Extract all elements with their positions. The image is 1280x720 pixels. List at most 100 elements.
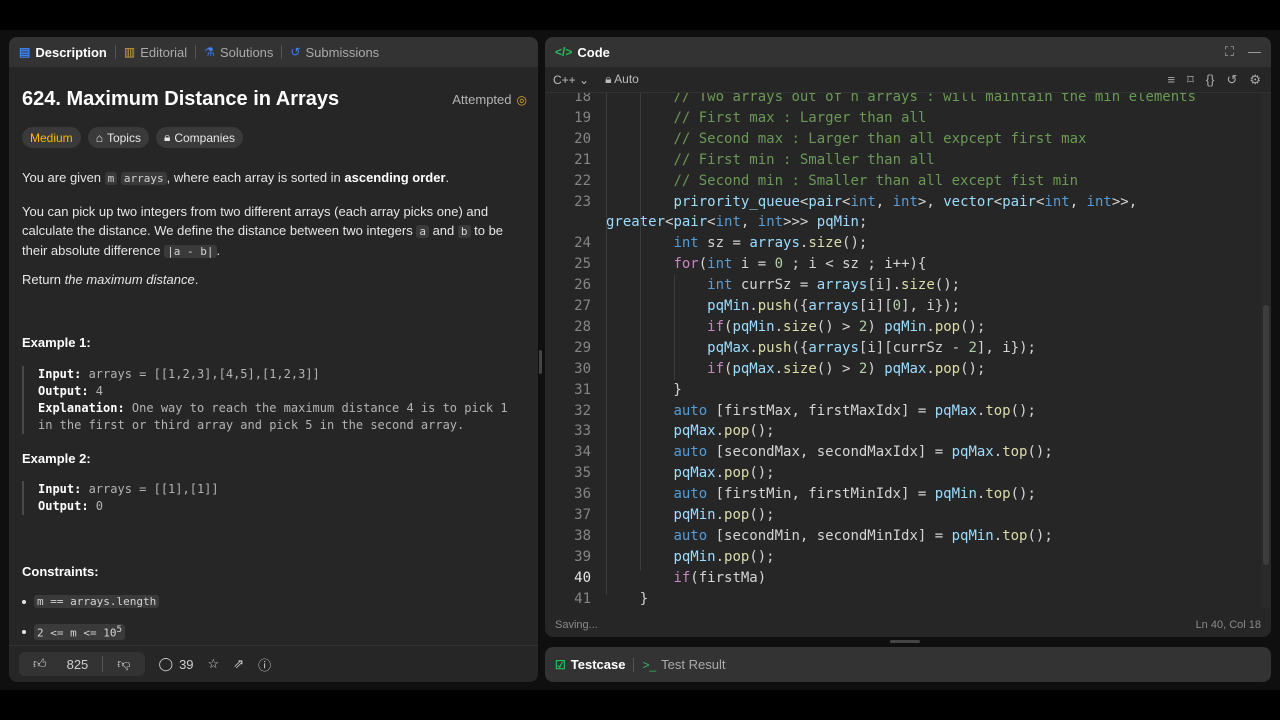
code-line[interactable]: 36 auto [firstMin, firstMinIdx] = pqMin.… (545, 484, 1261, 505)
code-line[interactable]: 34 auto [secondMax, secondMaxIdx] = pqMa… (545, 442, 1261, 463)
share-button[interactable]: ⇗ (233, 656, 244, 672)
code-line[interactable]: 39 pqMin.pop(); (545, 547, 1261, 568)
autocomplete-toggle[interactable]: 🔒︎ Auto (605, 72, 639, 87)
language-select[interactable]: C++ ⌄ (553, 73, 589, 87)
code-tabbar: </> Code ⛶ — (545, 37, 1271, 67)
help-icon: ⓘ (258, 657, 272, 673)
code-line[interactable]: 23 prirority_queue<pair<int, int>, vecto… (545, 192, 1261, 213)
tab-editorial[interactable]: ▥ Editorial (124, 45, 187, 60)
code-text: if(firstMa) (673, 569, 767, 586)
example-1-input: Input: arrays = [[1,2,3],[4,5],[1,2,3]] (38, 367, 320, 381)
star-icon: ☆ (207, 656, 220, 671)
line-number: 38 (574, 527, 591, 544)
code-line[interactable]: 20 // Second max : Larger than all expce… (545, 129, 1261, 150)
favorite-button[interactable]: ☆ (208, 656, 220, 672)
comments-button[interactable]: ◯ 39 (159, 656, 194, 672)
maximize-icon[interactable]: ⛶ (1225, 44, 1234, 60)
code-line[interactable]: 26 int currSz = arrays[i].size(); (545, 275, 1261, 296)
bullet-dot (22, 599, 26, 604)
code-line[interactable]: 21 // First min : Smaller than all (545, 150, 1261, 171)
like-button[interactable]: 👍︎ 825 (19, 656, 102, 672)
tab-testcase[interactable]: ☑ Testcase (555, 657, 625, 672)
line-number: 40 (574, 569, 591, 586)
tab-test-result[interactable]: >_ Test Result (642, 657, 725, 672)
format-icon[interactable]: ≡ (1167, 72, 1175, 87)
description-panel: ▤ Description ▥ Editorial ⚗ Solutions ↺ … (9, 37, 538, 682)
constraints-title: Constraints: (22, 564, 99, 579)
checkbox-icon: ☑ (555, 657, 566, 672)
description-paragraph-2: You can pick up two integers from two di… (22, 204, 504, 258)
code-text: prirority_queue<pair<int, int>, vector<p… (673, 193, 1138, 210)
settings-icon[interactable]: ⚙ (1249, 72, 1261, 88)
line-number: 28 (574, 318, 591, 335)
chevron-down-icon: ⌄ (579, 72, 590, 87)
code-line[interactable]: 33 pqMax.pop(); (545, 421, 1261, 442)
line-number: 36 (574, 486, 591, 503)
code-text: } (606, 590, 649, 607)
help-button[interactable]: ⓘ (258, 655, 271, 674)
code-line[interactable]: 35 pqMax.pop(); (545, 463, 1261, 484)
status-badge: Attempted ◎ (452, 92, 527, 107)
difficulty-chip: Medium (22, 127, 81, 148)
code-line[interactable]: 24 int sz = arrays.size(); (545, 233, 1261, 254)
reset-icon[interactable]: ↺ (1226, 72, 1237, 88)
code-line[interactable]: 18 // Two arrays out of n arrays : will … (545, 93, 1261, 108)
code-line[interactable]: 31 } (545, 380, 1261, 401)
code-line[interactable]: 25 for(int i = 0 ; i < sz ; i++){ (545, 254, 1261, 275)
code-line[interactable]: 40 if(firstMa) (545, 568, 1261, 589)
line-number: 25 (574, 256, 591, 273)
code-line[interactable]: 28 if(pqMin.size() > 2) pqMin.pop(); (545, 317, 1261, 338)
example-2-output: Output: 0 (38, 499, 104, 513)
example-1-title: Example 1: (22, 335, 91, 350)
editor-status-bar: Saving... Ln 40, Col 18 (545, 612, 1271, 637)
editor-scrollbar[interactable] (1261, 93, 1271, 608)
editor-scroll-thumb[interactable] (1263, 305, 1269, 565)
code-panel-controls: ⛶ — (1225, 44, 1261, 60)
panel-resize-handle[interactable] (539, 350, 542, 374)
terminal-icon: >_ (642, 657, 657, 672)
tab-code[interactable]: </> Code (555, 45, 610, 60)
constraint-item: 2 <= m <= 105 (22, 624, 125, 640)
code-line[interactable]: 37 pqMin.pop(); (545, 505, 1261, 526)
code-line[interactable]: 19 // First max : Larger than all (545, 108, 1261, 129)
description-footer: 👍︎ 825 👎︎ ◯ 39 ☆ ⇗ ⓘ (9, 645, 538, 682)
example-2-title: Example 2: (22, 451, 91, 466)
line-number: 30 (574, 360, 591, 377)
attempted-icon: ◎ (516, 92, 527, 107)
example-1-output: Output: 4 (38, 384, 104, 398)
code-text: for(int i = 0 ; i < sz ; i++){ (673, 256, 927, 273)
code-text: pqMin.push({arrays[i][0], i}); (707, 298, 961, 314)
code-line[interactable]: 38 auto [secondMin, secondMinIdx] = pqMi… (545, 526, 1261, 547)
bookmark-icon[interactable]: ⌑ (1187, 72, 1194, 88)
left-tabbar: ▤ Description ▥ Editorial ⚗ Solutions ↺ … (9, 37, 538, 67)
code-line[interactable]: 30 if(pqMax.size() > 2) pqMax.pop(); (545, 359, 1261, 380)
topics-chip[interactable]: ⌂ Topics (87, 127, 149, 148)
code-line[interactable]: greater<pair<int, int>>> pqMin; (545, 212, 1261, 233)
tab-submissions[interactable]: ↺ Submissions (290, 45, 379, 60)
testcase-panel: ☑ Testcase >_ Test Result (545, 647, 1271, 682)
code-line[interactable]: 41 } (545, 589, 1261, 608)
code-icon: </> (555, 45, 573, 59)
code-line[interactable]: 27 pqMin.push({arrays[i][0], i}); (545, 296, 1261, 317)
line-number: 35 (574, 465, 591, 482)
line-number: 32 (574, 402, 591, 419)
code-text: // First max : Larger than all (673, 109, 927, 126)
code-editor[interactable]: 18 // Two arrays out of n arrays : will … (545, 93, 1271, 608)
page-title[interactable]: 624. Maximum Distance in Arrays (22, 88, 339, 111)
code-line[interactable]: 22 // Second min : Smaller than all exce… (545, 171, 1261, 192)
vertical-resize-handle[interactable] (890, 640, 920, 643)
tab-solutions[interactable]: ⚗ Solutions (204, 45, 273, 60)
line-number: 37 (574, 507, 591, 523)
toolbar-left: C++ ⌄ 🔒︎ Auto (553, 72, 639, 87)
braces-icon[interactable]: {} (1206, 72, 1215, 87)
code-text: } (606, 381, 682, 398)
companies-chip[interactable]: 🔒︎ Companies (155, 127, 244, 148)
code-line[interactable]: 32 auto [firstMax, firstMaxIdx] = pqMax.… (545, 401, 1261, 422)
dislike-button[interactable]: 👎︎ (103, 656, 144, 672)
save-status: Saving... (555, 618, 598, 631)
code-line[interactable]: 29 pqMax.push({arrays[i][currSz - 2], i}… (545, 338, 1261, 359)
minimize-icon[interactable]: — (1248, 44, 1261, 60)
tab-description[interactable]: ▤ Description (19, 45, 107, 60)
code-panel: </> Code ⛶ — C++ ⌄ 🔒︎ Auto ≡ ⌑ {} ↺ ⚙ 18… (545, 37, 1271, 637)
tab-divider (114, 45, 116, 59)
